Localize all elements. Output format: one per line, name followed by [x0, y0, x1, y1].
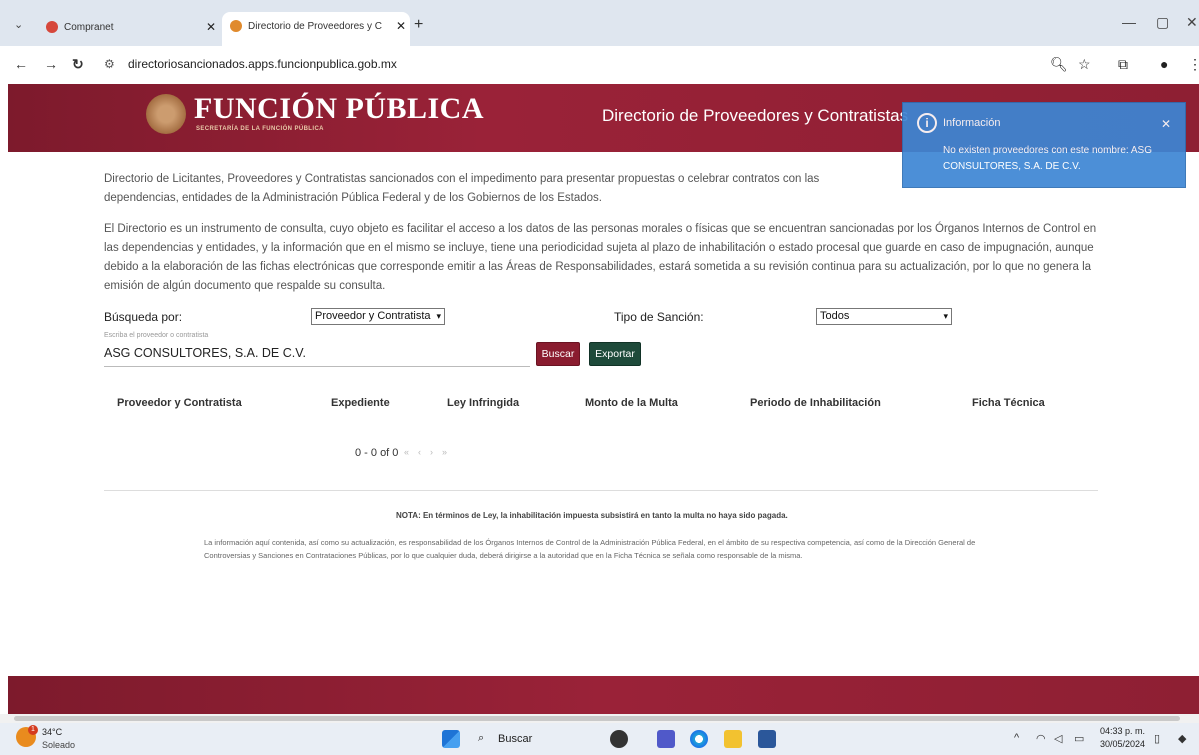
tipo-sancion-label: Tipo de Sanción: [614, 310, 704, 324]
brand-logo[interactable]: FUNCIÓN PÚBLICA [194, 92, 484, 126]
busqueda-selected-value: Proveedor y Contratista [315, 310, 431, 322]
directorio-favicon-icon [230, 20, 242, 32]
back-icon[interactable]: ← [14, 56, 28, 72]
info-toast: i Información ✕ No existen proveedores c… [902, 102, 1186, 188]
volume-icon[interactable]: ◁ [1054, 732, 1062, 745]
close-window-icon[interactable]: ✕ [1186, 14, 1198, 31]
busqueda-select[interactable]: Proveedor y Contratista ▾ [311, 308, 445, 325]
tipo-sancion-select[interactable]: Todos ▾ [816, 308, 952, 325]
intro-paragraph-1: Directorio de Licitantes, Proveedores y … [104, 173, 820, 204]
tray-chevron-icon[interactable]: ^ [1014, 732, 1019, 744]
pagination-info: 0 - 0 of 0 [355, 447, 399, 459]
search-icon[interactable]: ⌕ [478, 732, 484, 745]
compranet-favicon-icon [46, 21, 58, 33]
reload-icon[interactable]: ↻ [72, 56, 84, 73]
bookmark-star-icon[interactable]: ☆ [1078, 56, 1091, 73]
clock-time[interactable]: 04:33 p. m. [1100, 726, 1145, 736]
tab-directorio[interactable]: Directorio de Proveedores y C ✕ [222, 12, 410, 46]
chrome-icon[interactable] [690, 730, 708, 748]
column-proveedor[interactable]: Proveedor y Contratista [117, 397, 242, 409]
intro-paragraph-2: El Directorio es un instrumento de consu… [104, 223, 1097, 292]
url-field[interactable]: directoriosancionados.apps.funcionpublic… [128, 57, 397, 71]
profile-icon[interactable]: ● [1160, 56, 1168, 72]
tab-title: Compranet [64, 21, 114, 33]
taskbar-search[interactable]: Buscar [498, 733, 532, 745]
toast-title: Información [943, 117, 1001, 129]
close-tab-icon[interactable]: ✕ [392, 19, 410, 33]
government-seal-icon [146, 94, 186, 134]
toast-message: No existen proveedores con este nombre: … [943, 145, 1153, 172]
wifi-icon[interactable]: ◠ [1036, 732, 1046, 745]
horizontal-scrollbar[interactable] [0, 714, 1199, 723]
column-ficha[interactable]: Ficha Técnica [972, 397, 1045, 409]
tipo-sancion-selected-value: Todos [820, 310, 850, 322]
taskbar: 1 34°C Soleado ⌕ Buscar ^ ◠ ◁ ▭ 04:33 p.… [0, 723, 1199, 755]
tab-compranet[interactable]: Compranet ✕ [38, 14, 220, 40]
copilot-icon[interactable]: ◆ [1178, 732, 1186, 745]
forward-icon[interactable]: → [44, 56, 58, 72]
toast-close-icon[interactable]: ✕ [1161, 117, 1171, 131]
notification-icon[interactable]: ▯ [1154, 732, 1160, 745]
windows-start-icon[interactable] [442, 730, 460, 748]
new-tab-button[interactable]: + [414, 16, 423, 34]
minimize-icon[interactable]: — [1122, 14, 1136, 30]
weather-alert-badge: 1 [28, 725, 38, 735]
search-hint: Escriba el proveedor o contratista [104, 332, 209, 339]
site-settings-icon[interactable]: ⚙ [104, 57, 115, 71]
widget-app-icon[interactable] [610, 730, 628, 748]
footer-banner [8, 676, 1199, 714]
column-ley[interactable]: Ley Infringida [447, 397, 519, 409]
tab-title: Directorio de Proveedores y C [248, 20, 382, 32]
info-icon: i [917, 113, 937, 133]
buscar-button[interactable]: Buscar [536, 342, 580, 366]
weather-temperature[interactable]: 34°C [42, 727, 62, 737]
exportar-button[interactable]: Exportar [589, 342, 641, 366]
page-title: Directorio de Proveedores y Contratistas [602, 106, 909, 125]
tab-search-chevron-icon[interactable]: ⌄ [14, 18, 23, 31]
nota-text: NOTA: En términos de Ley, la inhabilitac… [396, 511, 788, 520]
search-input[interactable]: ASG CONSULTORES, S.A. DE C.V. [104, 343, 530, 367]
divider [104, 490, 1098, 491]
weather-description: Soleado [42, 740, 76, 750]
brand-subtitle: SECRETARÍA DE LA FUNCIÓN PÚBLICA [196, 126, 324, 132]
battery-icon[interactable]: ▭ [1074, 732, 1084, 745]
menu-icon[interactable]: ⋮ [1188, 56, 1199, 73]
column-periodo[interactable]: Periodo de Inhabilitación [750, 397, 881, 409]
disclaimer-text: La información aquí contenida, así como … [204, 538, 976, 560]
close-tab-icon[interactable]: ✕ [202, 20, 220, 34]
column-monto[interactable]: Monto de la Multa [585, 397, 678, 409]
extensions-icon[interactable]: ⧉ [1118, 56, 1128, 73]
zoom-icon[interactable]: 🔍︎ [1050, 56, 1068, 73]
chevron-down-icon: ▾ [436, 311, 441, 321]
file-explorer-icon[interactable] [724, 730, 742, 748]
browser-tabstrip: ⌄ Compranet ✕ Directorio de Proveedores … [0, 0, 1199, 46]
teams-icon[interactable] [657, 730, 675, 748]
chevron-down-icon: ▾ [943, 311, 948, 321]
pagination-arrows[interactable]: «‹›» [404, 447, 456, 457]
word-icon[interactable] [758, 730, 776, 748]
busqueda-label: Búsqueda por: [104, 310, 183, 324]
address-bar-row: ← → ↻ ⚙ directoriosancionados.apps.funci… [0, 46, 1199, 84]
scrollbar-thumb[interactable] [14, 716, 1180, 721]
column-expediente[interactable]: Expediente [331, 397, 390, 409]
clock-date[interactable]: 30/05/2024 [1100, 739, 1145, 749]
maximize-icon[interactable]: ▢ [1156, 14, 1169, 31]
